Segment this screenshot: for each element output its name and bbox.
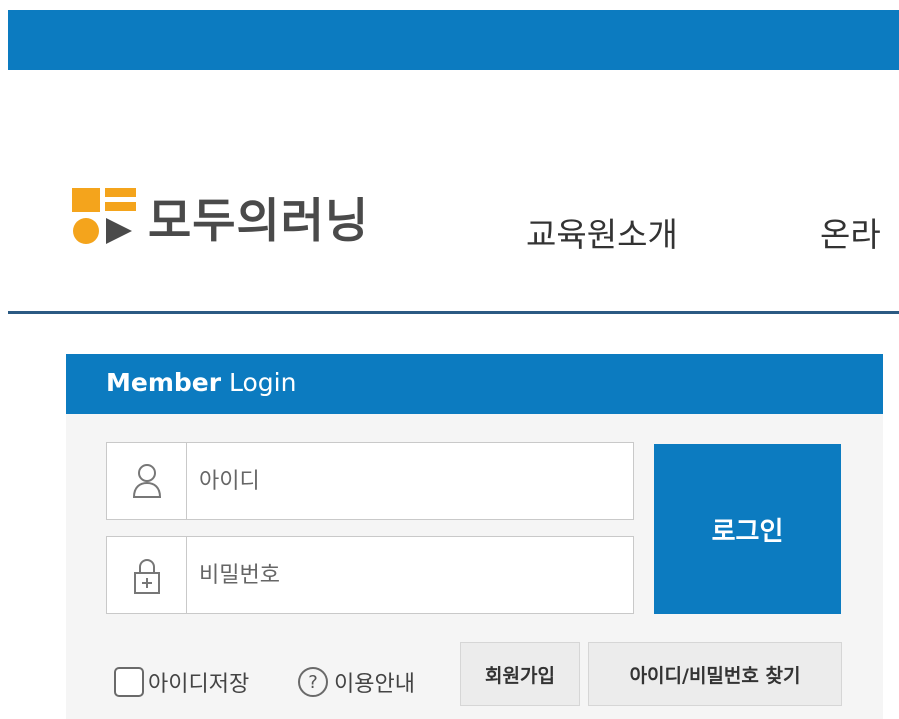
login-title-light: Login bbox=[221, 368, 297, 397]
signup-button[interactable]: 회원가입 bbox=[460, 642, 580, 706]
password-input[interactable] bbox=[199, 537, 619, 613]
remember-id[interactable]: 아이디저장 bbox=[114, 664, 249, 700]
login-title-bold: Member bbox=[106, 368, 222, 397]
remember-id-checkbox[interactable] bbox=[114, 667, 144, 697]
id-input[interactable] bbox=[199, 443, 619, 519]
id-field bbox=[106, 442, 634, 520]
nav-item-online[interactable]: 온라 bbox=[820, 208, 881, 256]
logo-mark-icon bbox=[72, 188, 136, 244]
login-panel: Member Login 로그인 아이디저장 ? 이용안내 회원가입 bbox=[66, 354, 883, 719]
usage-guide-label[interactable]: 이용안내 bbox=[334, 666, 415, 698]
remember-id-label[interactable]: 아이디저장 bbox=[148, 666, 249, 698]
logo-text: 모두의러닝 bbox=[148, 194, 370, 249]
lock-icon bbox=[134, 559, 160, 594]
nav-item-about[interactable]: 교육원소개 bbox=[526, 208, 678, 256]
top-bar bbox=[8, 10, 899, 70]
login-button[interactable]: 로그인 bbox=[654, 444, 841, 614]
question-icon: ? bbox=[298, 667, 328, 697]
login-title: Member Login bbox=[106, 368, 296, 397]
password-field bbox=[106, 536, 634, 614]
usage-guide[interactable]: ? 이용안내 bbox=[298, 664, 415, 700]
header-divider bbox=[8, 311, 899, 314]
site-logo[interactable]: 모두의러닝 bbox=[72, 184, 464, 249]
user-icon bbox=[132, 464, 162, 498]
id-field-icon-cell bbox=[107, 443, 187, 519]
password-field-icon-cell bbox=[107, 537, 187, 613]
login-header: Member Login bbox=[66, 354, 883, 414]
find-id-password-button[interactable]: 아이디/비밀번호 찾기 bbox=[588, 642, 842, 706]
